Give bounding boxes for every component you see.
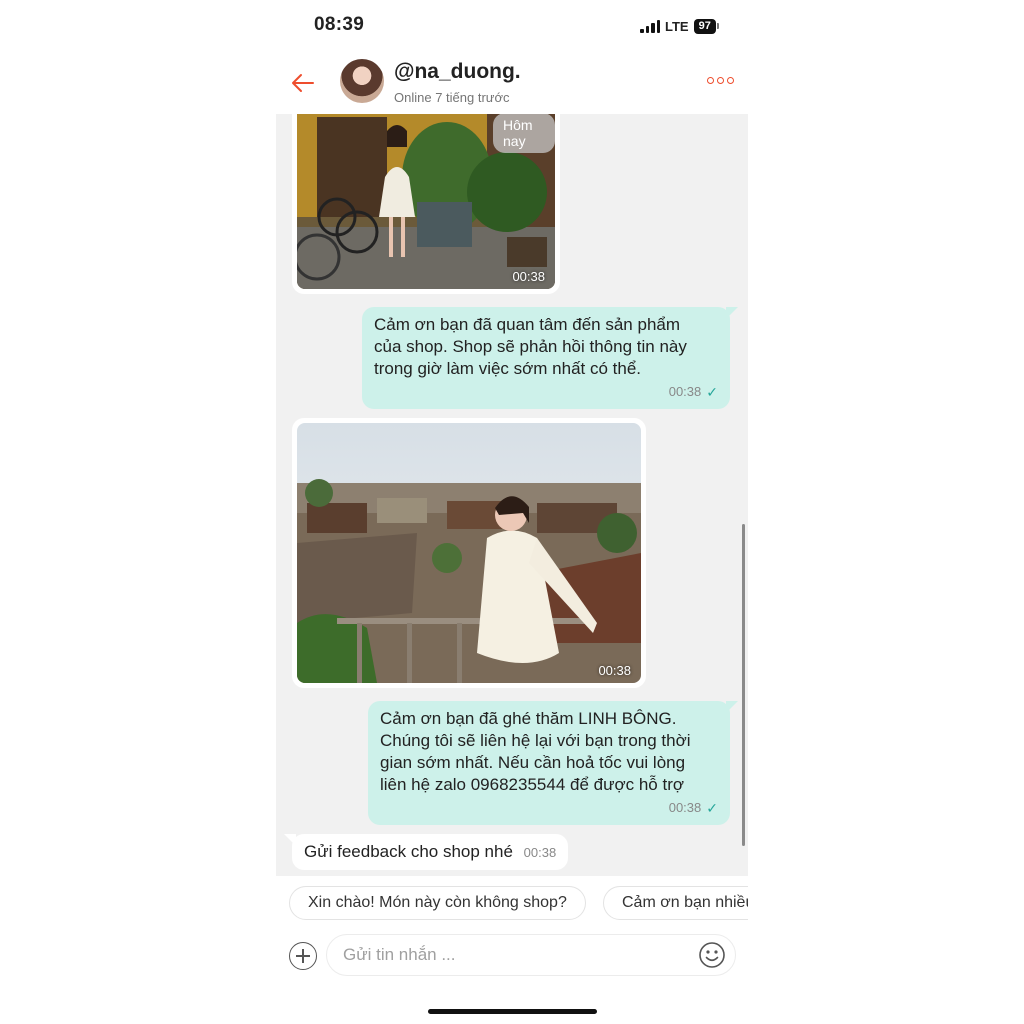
message-line: Chúng tôi sẽ liên hệ lại với bạn trong t… [380, 731, 691, 750]
quick-replies: Xin chào! Món này còn không shop? Cảm ơn… [276, 876, 748, 930]
date-separator: Hôm nay [493, 114, 555, 153]
check-icon: ✓ [706, 800, 718, 816]
message-time: 00:38 [523, 845, 557, 860]
back-arrow-icon[interactable] [288, 68, 318, 98]
online-status: Online 7 tiếng trước [394, 90, 510, 105]
signal-icon [640, 19, 660, 33]
chat-username[interactable]: @na_duong. [394, 60, 521, 84]
network-label: LTE [665, 18, 689, 34]
more-options-icon[interactable] [707, 77, 734, 84]
message-line: Cảm ơn bạn đã quan tâm đến sản phẩm [374, 315, 681, 334]
message-time: 00:38 [598, 663, 631, 678]
chat-header: @na_duong. Online 7 tiếng trước [276, 52, 748, 114]
quick-reply-chip[interactable]: Cảm ơn bạn nhiều [603, 886, 748, 920]
message-line: gian sớm nhất. Nếu cần hoả tốc vui lòng [380, 753, 686, 772]
message-time: 00:38 [512, 269, 545, 284]
message-time: 00:38 [668, 384, 702, 399]
image-message[interactable]: Hôm nay 00:38 [292, 114, 560, 294]
message-input[interactable] [326, 934, 736, 976]
status-time: 08:39 [314, 14, 365, 35]
outgoing-message[interactable]: Cảm ơn bạn đã ghé thăm LINH BÔNG. Chúng … [368, 701, 738, 825]
quick-reply-chip[interactable]: Xin chào! Món này còn không shop? [289, 886, 586, 920]
chat-photo[interactable]: 00:38 [297, 423, 641, 683]
battery-icon: 97 [693, 18, 720, 34]
chat-photo[interactable]: Hôm nay 00:38 [297, 114, 555, 289]
message-line: Cảm ơn bạn đã ghé thăm LINH BÔNG. [380, 709, 677, 728]
incoming-message[interactable]: Gửi feedback cho shop nhé 00:38 [283, 834, 569, 870]
composer [276, 932, 748, 978]
message-line: trong giờ làm việc sớm nhất có thể. [374, 359, 642, 378]
outgoing-message[interactable]: Cảm ơn bạn đã quan tâm đến sản phẩm của … [362, 307, 738, 409]
image-message[interactable]: 00:38 [292, 418, 646, 688]
message-text: Gửi feedback cho shop nhé [304, 842, 513, 861]
scrollbar[interactable] [742, 524, 745, 846]
message-line: liên hệ zalo 0968235544 để được hỗ trợ [380, 775, 684, 794]
message-line: của shop. Shop sẽ phản hồi thông tin này [374, 337, 687, 356]
status-icons: LTE 97 [640, 17, 720, 35]
chat-messages[interactable]: Hôm nay 00:38 Cảm ơn bạn đã quan tâm đến… [276, 114, 748, 876]
check-icon: ✓ [706, 384, 718, 400]
message-time: 00:38 [668, 800, 702, 815]
add-attachment-icon[interactable] [289, 942, 317, 970]
avatar[interactable] [340, 59, 384, 103]
emoji-icon[interactable] [698, 941, 726, 969]
home-indicator[interactable] [428, 1009, 597, 1014]
